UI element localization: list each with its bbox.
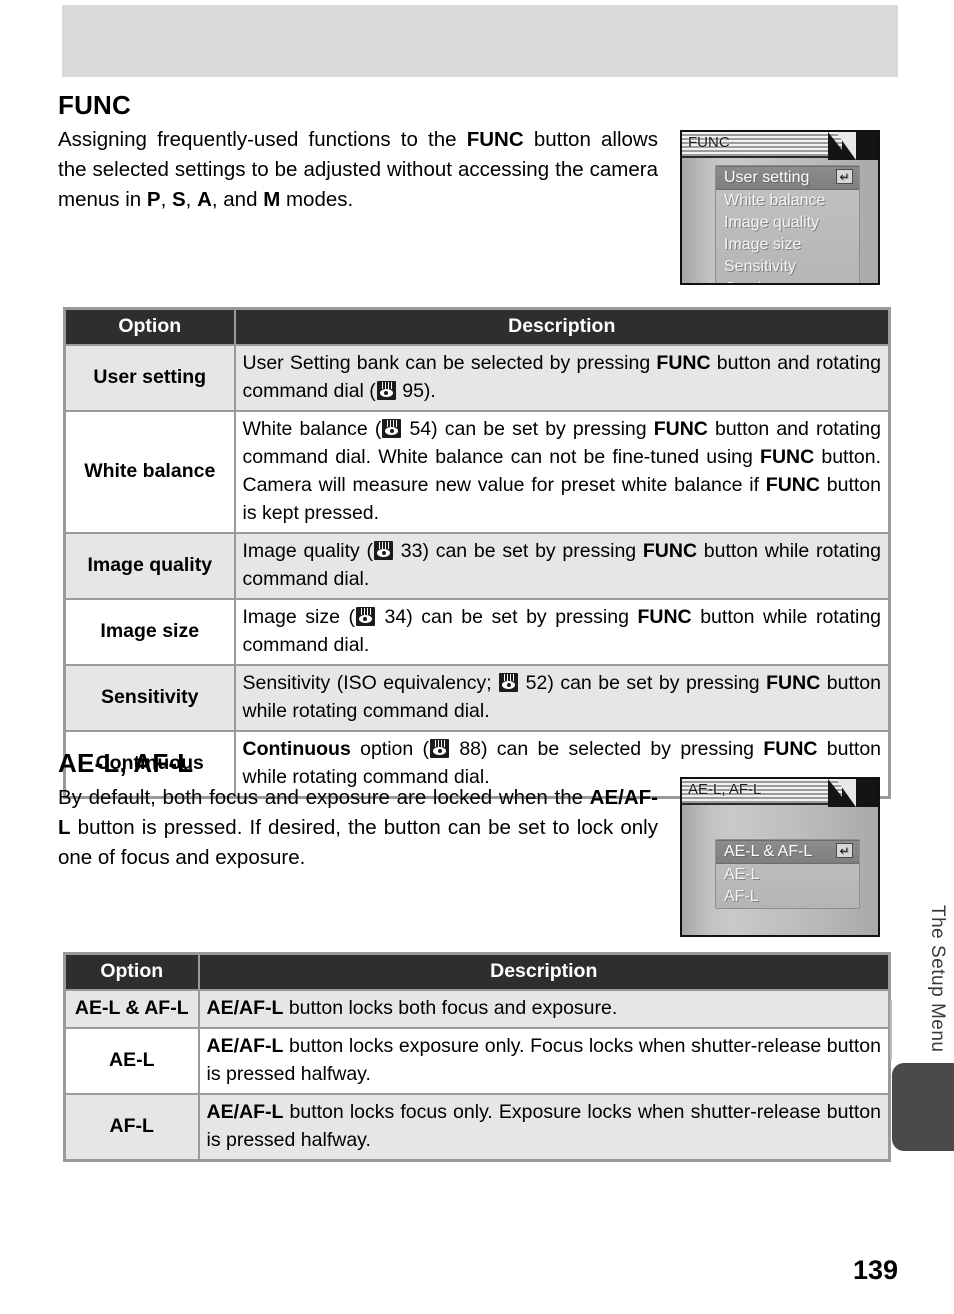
lcd-screenshot-ael-afl: AE-L, AF-L AE-L & AF-L ↵ AE-L AF-L (680, 777, 880, 937)
lcd-corner-fold-icon (836, 132, 856, 160)
lcd-menu-item-image-size[interactable]: Image size (716, 234, 859, 256)
table-row: AE-L AE/AF-L button locks exposure only.… (63, 1027, 891, 1095)
column-header-option: Option (64, 953, 200, 990)
enter-arrow-icon: ↵ (836, 843, 853, 858)
description-cell: User Setting bank can be selected by pre… (233, 344, 891, 412)
lcd-titlebar-func: FUNC (682, 132, 878, 160)
table-row: Image size Image size ( 34) can be set b… (63, 598, 891, 666)
table-row: AE-L & AF-L AE/AF-L button locks both fo… (63, 989, 891, 1029)
option-cell: Sensitivity (63, 664, 236, 732)
column-header-option: Option (64, 308, 236, 345)
lcd-menu-item-white-balance[interactable]: White balance (716, 190, 859, 212)
description-cell: Image quality ( 33) can be set by pressi… (233, 532, 891, 600)
func-section-title: FUNC (58, 90, 132, 120)
description-cell: White balance ( 54) can be set by pressi… (233, 410, 891, 534)
ael-afl-options-table: Option Description AE-L & AF-L AE/AF-L b… (63, 952, 891, 1162)
lcd-screenshot-func: FUNC User setting ↵ White balance Image … (680, 130, 880, 285)
lcd-menu-item-image-quality[interactable]: Image quality (716, 212, 859, 234)
lcd-titlebar-ael: AE-L, AF-L (682, 779, 878, 807)
ael-afl-section-body: By default, both focus and exposure are … (58, 786, 658, 869)
description-cell: Image size ( 34) can be set by pressing … (233, 598, 891, 666)
lcd-menu-list-ael[interactable]: AE-L & AF-L ↵ AE-L AF-L (715, 839, 860, 909)
option-cell: User setting (63, 344, 236, 412)
table-header-row: Option Description (64, 308, 890, 345)
option-cell: Image quality (63, 532, 236, 600)
table-row: AF-L AE/AF-L button locks focus only. Ex… (63, 1093, 891, 1162)
lcd-menu-item-sensitivity[interactable]: Sensitivity (716, 256, 859, 278)
lcd-menu-item-user-setting[interactable]: User setting ↵ (716, 166, 859, 190)
enter-arrow-icon: ↵ (836, 169, 853, 184)
manual-page: FUNC Assigning frequently-used functions… (0, 0, 954, 1314)
lcd-left-gutter (682, 805, 708, 935)
option-cell: AF-L (63, 1093, 200, 1162)
ael-afl-section-title: AE-L, AF-L (58, 748, 194, 778)
lcd-title-ael: AE-L, AF-L (688, 781, 762, 798)
lcd-left-gutter (682, 158, 708, 283)
lcd-menu-item-ael[interactable]: AE-L (716, 864, 859, 886)
column-header-description: Description (234, 308, 890, 345)
description-cell: AE/AF-L button locks exposure only. Focu… (197, 1027, 891, 1095)
description-cell: Sensitivity (ISO equivalency; 52) can be… (233, 664, 891, 732)
page-header-band (62, 5, 898, 77)
lcd-menu-item-afl[interactable]: AF-L (716, 886, 859, 908)
lcd-menu-item-label: User setting (724, 169, 810, 186)
option-cell: White balance (63, 410, 236, 534)
option-cell: AE-L & AF-L (63, 989, 200, 1029)
table-row: White balance White balance ( 54) can be… (63, 410, 891, 534)
column-header-description: Description (198, 953, 890, 990)
option-cell: AE-L (63, 1027, 200, 1095)
lcd-menu-list-func[interactable]: User setting ↵ White balance Image quali… (715, 165, 860, 283)
func-section-body: Assigning frequently-used functions to t… (58, 128, 658, 211)
side-divider-rule (890, 1000, 892, 1060)
chapter-side-label: The Setup Menu (927, 905, 948, 1053)
chapter-tab-marker (892, 1063, 954, 1151)
option-cell: Image size (63, 598, 236, 666)
func-options-table: Option Description User setting User Set… (63, 307, 891, 799)
description-cell: AE/AF-L button locks both focus and expo… (197, 989, 891, 1029)
table-header-row: Option Description (64, 953, 890, 990)
lcd-menu-item-continuous[interactable]: Continuous (716, 278, 859, 283)
lcd-menu-item-ael-and-afl[interactable]: AE-L & AF-L ↵ (716, 840, 859, 864)
lcd-corner-fold-icon (836, 779, 856, 807)
description-cell: AE/AF-L button locks focus only. Exposur… (197, 1093, 891, 1162)
lcd-title-func: FUNC (688, 134, 730, 151)
table-row: User setting User Setting bank can be se… (63, 344, 891, 412)
lcd-menu-item-label: AE-L & AF-L (724, 843, 813, 860)
page-number: 139 (852, 1255, 898, 1285)
table-row: Sensitivity Sensitivity (ISO equivalency… (63, 664, 891, 732)
table-row: Image quality Image quality ( 33) can be… (63, 532, 891, 600)
